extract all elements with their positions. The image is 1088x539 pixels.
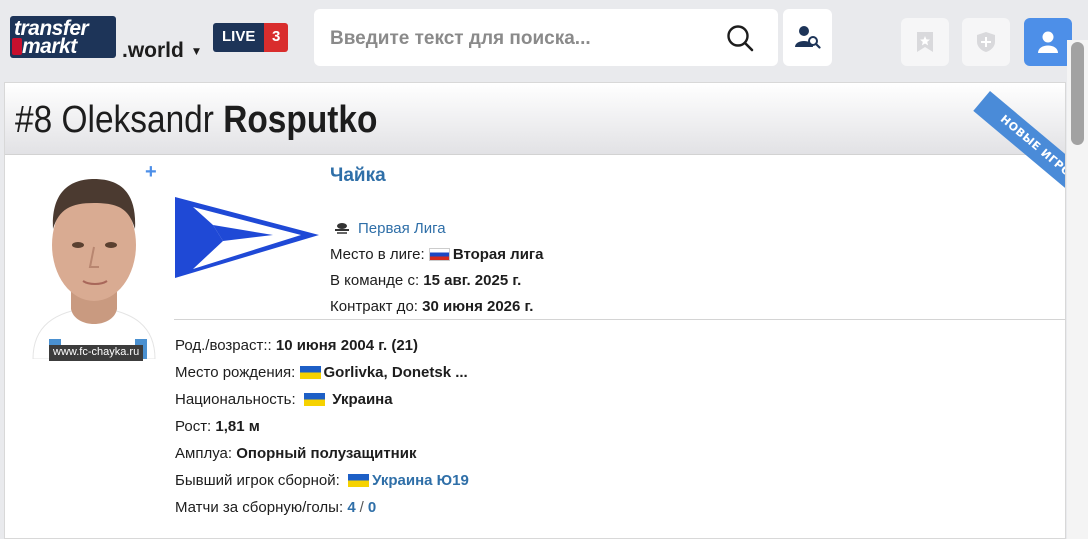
live-label: LIVE: [213, 23, 264, 52]
club-name-link[interactable]: Чайка: [330, 165, 386, 187]
contract-row: Контракт до: 30 июня 2026 г.: [330, 293, 544, 319]
new-players-ribbon[interactable]: НОВЫЕ ИГРОКИ: [973, 91, 1065, 214]
league-row: Первая Лига: [330, 215, 544, 241]
chevron-down-icon[interactable]: ▼: [193, 47, 200, 57]
birth-row: Род./возраст:: 10 июня 2004 г. (21): [175, 332, 469, 359]
height-row: Рост: 1,81 м: [175, 413, 469, 440]
birthplace-label: Место рождения:: [175, 364, 296, 381]
birth-label: Род./возраст::: [175, 337, 272, 354]
player-search-button[interactable]: [783, 9, 832, 66]
nationality-row: Национальность: Украина: [175, 386, 469, 413]
former-intl-label: Бывший игрок сборной:: [175, 472, 340, 489]
player-portrait-image: [23, 159, 165, 359]
league-place-value: Вторая лига: [452, 245, 544, 263]
profile-button[interactable]: [1024, 18, 1072, 66]
former-intl-row: Бывший игрок сборной: Украина Ю19: [175, 467, 469, 494]
live-button[interactable]: LIVE 3: [213, 23, 288, 52]
ukraine-flag-icon: [348, 474, 370, 487]
league-place-label: Место в лиге:: [330, 245, 425, 263]
national-team-link[interactable]: Украина Ю19: [372, 472, 469, 489]
player-details: Род./возраст:: 10 июня 2004 г. (21) Мест…: [175, 332, 469, 521]
user-search-icon: [795, 26, 821, 49]
club-logo[interactable]: [173, 195, 323, 280]
nationality-label: Национальность:: [175, 391, 296, 408]
photo-credit: www.fc-chayka.ru: [49, 345, 144, 361]
birthplace-row: Место рождения: Gorlivka, Donetsk ...: [175, 359, 469, 386]
bookmark-button[interactable]: [901, 18, 949, 66]
site-region-selector[interactable]: .world: [122, 39, 184, 63]
transfermarkt-logo[interactable]: transfer markt: [10, 16, 116, 58]
top-bar: transfer markt .world ▼ LIVE 3 Введите т…: [0, 0, 1088, 80]
caps-label: Матчи за сборную/голы:: [175, 499, 344, 516]
search-input[interactable]: Введите текст для поиска...: [314, 9, 778, 66]
shield-plus-icon: [977, 32, 995, 52]
page-title: #8 Oleksandr Rosputko: [15, 99, 377, 142]
player-header-card: #8 Oleksandr Rosputko НОВЫЕ ИГРОКИ + www…: [4, 82, 1066, 539]
birth-value: 10 июня 2004 г. (21): [275, 337, 419, 354]
russia-flag-icon: [428, 247, 450, 261]
caps-link[interactable]: 4: [347, 499, 355, 516]
live-count-badge: 3: [264, 23, 288, 52]
search-icon[interactable]: [726, 24, 754, 52]
nationality-value: Украина: [332, 391, 393, 408]
position-label: Амплуа:: [175, 445, 233, 462]
ukraine-flag-icon: [299, 366, 321, 379]
section-divider: [174, 319, 1065, 320]
profile-icon: [1038, 31, 1058, 53]
ukraine-flag-icon: [304, 393, 326, 406]
league-place-row: Место в лиге: Вторая лига: [330, 241, 544, 267]
caps-row: Матчи за сборную/голы: 4 / 0: [175, 494, 469, 521]
player-first-name: Oleksandr: [61, 99, 214, 141]
birthplace-value: Gorlivka, Donetsk ...: [323, 364, 468, 381]
position-value: Опорный полузащитник: [236, 445, 417, 462]
page-scrollbar[interactable]: [1067, 40, 1088, 539]
joined-row: В команде с: 15 авг. 2025 г.: [330, 267, 544, 293]
league-icon: [335, 223, 349, 234]
position-row: Амплуа: Опорный полузащитник: [175, 440, 469, 467]
player-photo[interactable]: [23, 159, 165, 359]
caps-separator: /: [359, 499, 364, 516]
height-label: Рост:: [175, 418, 212, 435]
bookmark-icon: [917, 32, 933, 52]
height-value: 1,81 м: [215, 418, 260, 435]
joined-value: 15 авг. 2025 г.: [423, 271, 522, 289]
scrollbar-thumb[interactable]: [1071, 42, 1084, 145]
player-last-name: Rosputko: [223, 99, 378, 141]
contract-value: 30 июня 2026 г.: [422, 297, 534, 315]
shirt-number: #8: [15, 99, 53, 141]
logo-text-line2: markt: [22, 35, 77, 58]
club-follow-button[interactable]: [962, 18, 1010, 66]
add-to-watchlist-plus[interactable]: +: [145, 161, 157, 184]
player-title-bar: #8 Oleksandr Rosputko НОВЫЕ ИГРОКИ: [5, 83, 1065, 214]
search-placeholder: Введите текст для поиска...: [330, 28, 591, 49]
contract-label: Контракт до:: [330, 297, 418, 315]
joined-label: В команде с:: [330, 271, 420, 289]
goals-link[interactable]: 0: [368, 499, 376, 516]
league-link[interactable]: Первая Лига: [358, 220, 446, 237]
club-info: Первая Лига Место в лиге: Вторая лига В …: [330, 215, 544, 319]
